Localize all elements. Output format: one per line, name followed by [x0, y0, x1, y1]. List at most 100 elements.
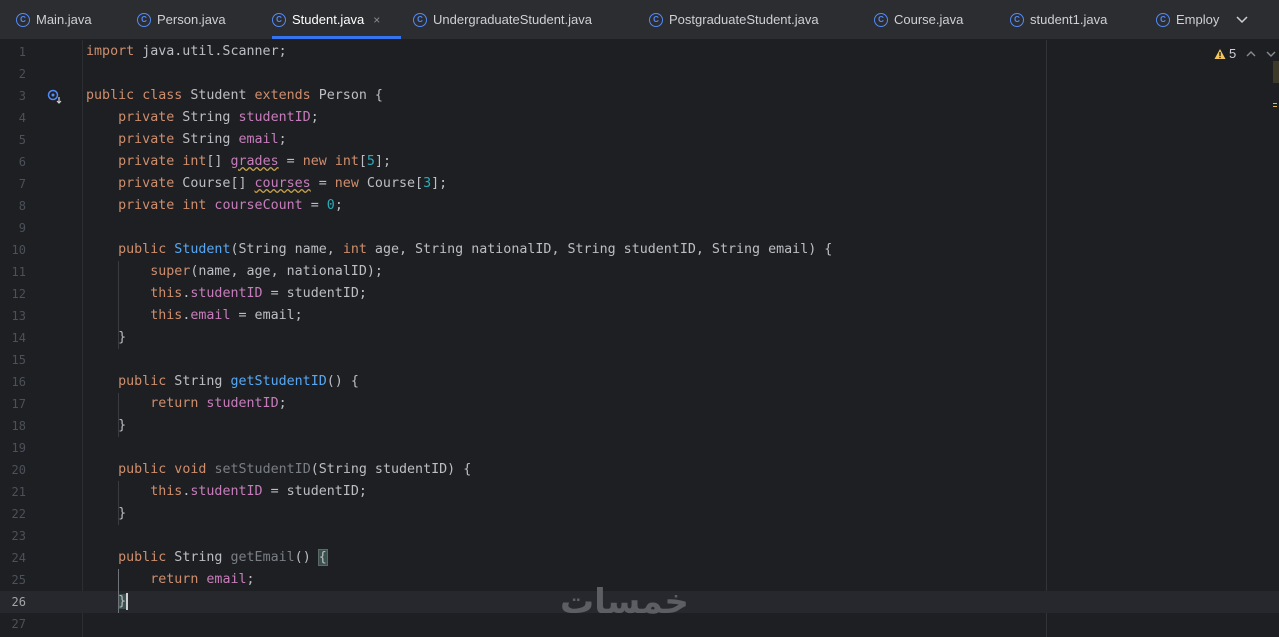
line-number: 27 — [11, 617, 26, 631]
tab-person-java[interactable]: C Person.java — [137, 0, 226, 39]
code-text: this.studentID = studentID; — [150, 484, 367, 499]
code-text: } — [118, 592, 129, 610]
tab-course-java[interactable]: C Course.java — [874, 0, 963, 39]
code-text: this.studentID = studentID; — [150, 286, 367, 301]
line-number: 21 — [11, 485, 26, 499]
code-line[interactable]: 20 public void setStudentID(String stude… — [0, 459, 1279, 481]
code-text: private String studentID; — [118, 110, 319, 125]
code-line[interactable]: 12 this.studentID = studentID; — [0, 283, 1279, 305]
line-number: 3 — [18, 89, 26, 103]
warning-count: 5 — [1229, 46, 1237, 61]
code-line[interactable]: 1 import java.util.Scanner; — [0, 41, 1279, 63]
overrides-method-icon[interactable] — [47, 89, 63, 105]
code-text: return email; — [150, 572, 255, 587]
tab-student1-java[interactable]: C student1.java — [1010, 0, 1107, 39]
code-line[interactable]: 10 public Student(String name, int age, … — [0, 239, 1279, 261]
line-number: 13 — [11, 309, 26, 323]
class-icon: C — [874, 12, 888, 27]
code-text: private int courseCount = 0; — [118, 198, 343, 213]
code-line[interactable]: 15 — [0, 349, 1279, 371]
code-line[interactable]: 11 super(name, age, nationalID); — [0, 261, 1279, 283]
class-icon: C — [649, 12, 663, 27]
line-number: 15 — [11, 353, 26, 367]
tab-label: PostgraduateStudent.java — [669, 12, 819, 27]
code-line[interactable]: 2 — [0, 63, 1279, 85]
tab-label: Person.java — [157, 12, 226, 27]
line-number: 14 — [11, 331, 26, 345]
line-number: 25 — [11, 573, 26, 587]
code-line[interactable]: 17 return studentID; — [0, 393, 1279, 415]
code-line[interactable]: 7 private Course[] courses = new Course[… — [0, 173, 1279, 195]
code-line[interactable]: 3 public class Student extends Person { — [0, 85, 1279, 107]
line-number: 19 — [11, 441, 26, 455]
code-text: super(name, age, nationalID); — [150, 264, 383, 279]
code-text: private int[] grades = new int[5]; — [118, 154, 392, 169]
code-line[interactable]: 13 this.email = email; — [0, 305, 1279, 327]
class-icon: C — [1156, 12, 1170, 27]
code-line[interactable]: 9 — [0, 217, 1279, 239]
editor-tab-bar: C Main.java C Person.java C Student.java… — [0, 0, 1279, 40]
line-number: 22 — [11, 507, 26, 521]
line-number: 5 — [18, 133, 26, 147]
indent-guide — [118, 481, 119, 525]
line-number: 23 — [11, 529, 26, 543]
indent-guide — [118, 569, 119, 613]
code-text: public String getEmail() { — [118, 549, 328, 566]
line-number: 10 — [11, 243, 26, 257]
code-text: private String email; — [118, 132, 287, 147]
class-icon: C — [272, 12, 286, 27]
tab-employ[interactable]: C Employ — [1156, 0, 1224, 39]
code-text: } — [86, 506, 127, 521]
line-number: 12 — [11, 287, 26, 301]
line-number: 2 — [18, 67, 26, 81]
code-text: } — [86, 418, 127, 433]
tab-postgraduatestudent-java[interactable]: C PostgraduateStudent.java — [649, 0, 819, 39]
indent-guide — [118, 261, 119, 349]
code-line[interactable]: 21 this.studentID = studentID; — [0, 481, 1279, 503]
code-line[interactable]: 24 public String getEmail() { — [0, 547, 1279, 569]
class-icon: C — [1010, 12, 1024, 27]
line-number: 1 — [18, 45, 26, 59]
code-text: private Course[] courses = new Course[3]… — [118, 176, 448, 191]
error-stripe[interactable] — [1273, 40, 1279, 637]
code-line[interactable]: 6 private int[] grades = new int[5]; — [0, 151, 1279, 173]
tab-label: UndergraduateStudent.java — [433, 12, 593, 27]
code-line[interactable]: 4 private String studentID; — [0, 107, 1279, 129]
inspection-widget[interactable]: 5 — [1214, 46, 1279, 61]
tab-label: student1.java — [1030, 12, 1108, 27]
code-line[interactable]: 16 public String getStudentID() { — [0, 371, 1279, 393]
code-line[interactable]: 18 } — [0, 415, 1279, 437]
line-number: 7 — [18, 177, 26, 191]
indent-guide — [118, 393, 119, 437]
tab-undergraduatestudent-java[interactable]: C UndergraduateStudent.java — [413, 0, 592, 39]
previous-highlight-icon[interactable] — [1246, 49, 1256, 59]
stripe-marker — [1273, 103, 1277, 104]
close-icon[interactable]: × — [373, 13, 380, 27]
class-icon: C — [413, 12, 427, 27]
stripe-marker — [1273, 61, 1279, 83]
warning-icon — [1214, 48, 1226, 59]
code-line[interactable]: 5 private String email; — [0, 129, 1279, 151]
line-number: 4 — [18, 111, 26, 125]
code-text: public Student(String name, int age, Str… — [118, 242, 833, 257]
line-number: 16 — [11, 375, 26, 389]
tab-label: Course.java — [894, 12, 964, 27]
chevron-down-icon[interactable] — [1234, 11, 1250, 27]
line-number: 18 — [11, 419, 26, 433]
tab-main-java[interactable]: C Main.java — [16, 0, 92, 39]
tab-label: Student.java — [292, 12, 365, 27]
watermark-logo: خمسات — [560, 582, 689, 622]
code-text: return studentID; — [150, 396, 287, 411]
line-number: 24 — [11, 551, 26, 565]
code-line[interactable]: 22 } — [0, 503, 1279, 525]
code-line[interactable]: 19 — [0, 437, 1279, 459]
line-number: 11 — [11, 265, 26, 279]
class-icon: C — [16, 12, 30, 27]
code-line[interactable]: 14 } — [0, 327, 1279, 349]
code-text: import java.util.Scanner; — [86, 44, 287, 59]
code-editor[interactable]: 1 import java.util.Scanner; 2 3 public class… — [0, 40, 1279, 637]
code-text: } — [86, 330, 127, 345]
code-line[interactable]: 8 private int courseCount = 0; — [0, 195, 1279, 217]
tab-student-java[interactable]: C Student.java × — [272, 0, 401, 39]
code-line[interactable]: 23 — [0, 525, 1279, 547]
